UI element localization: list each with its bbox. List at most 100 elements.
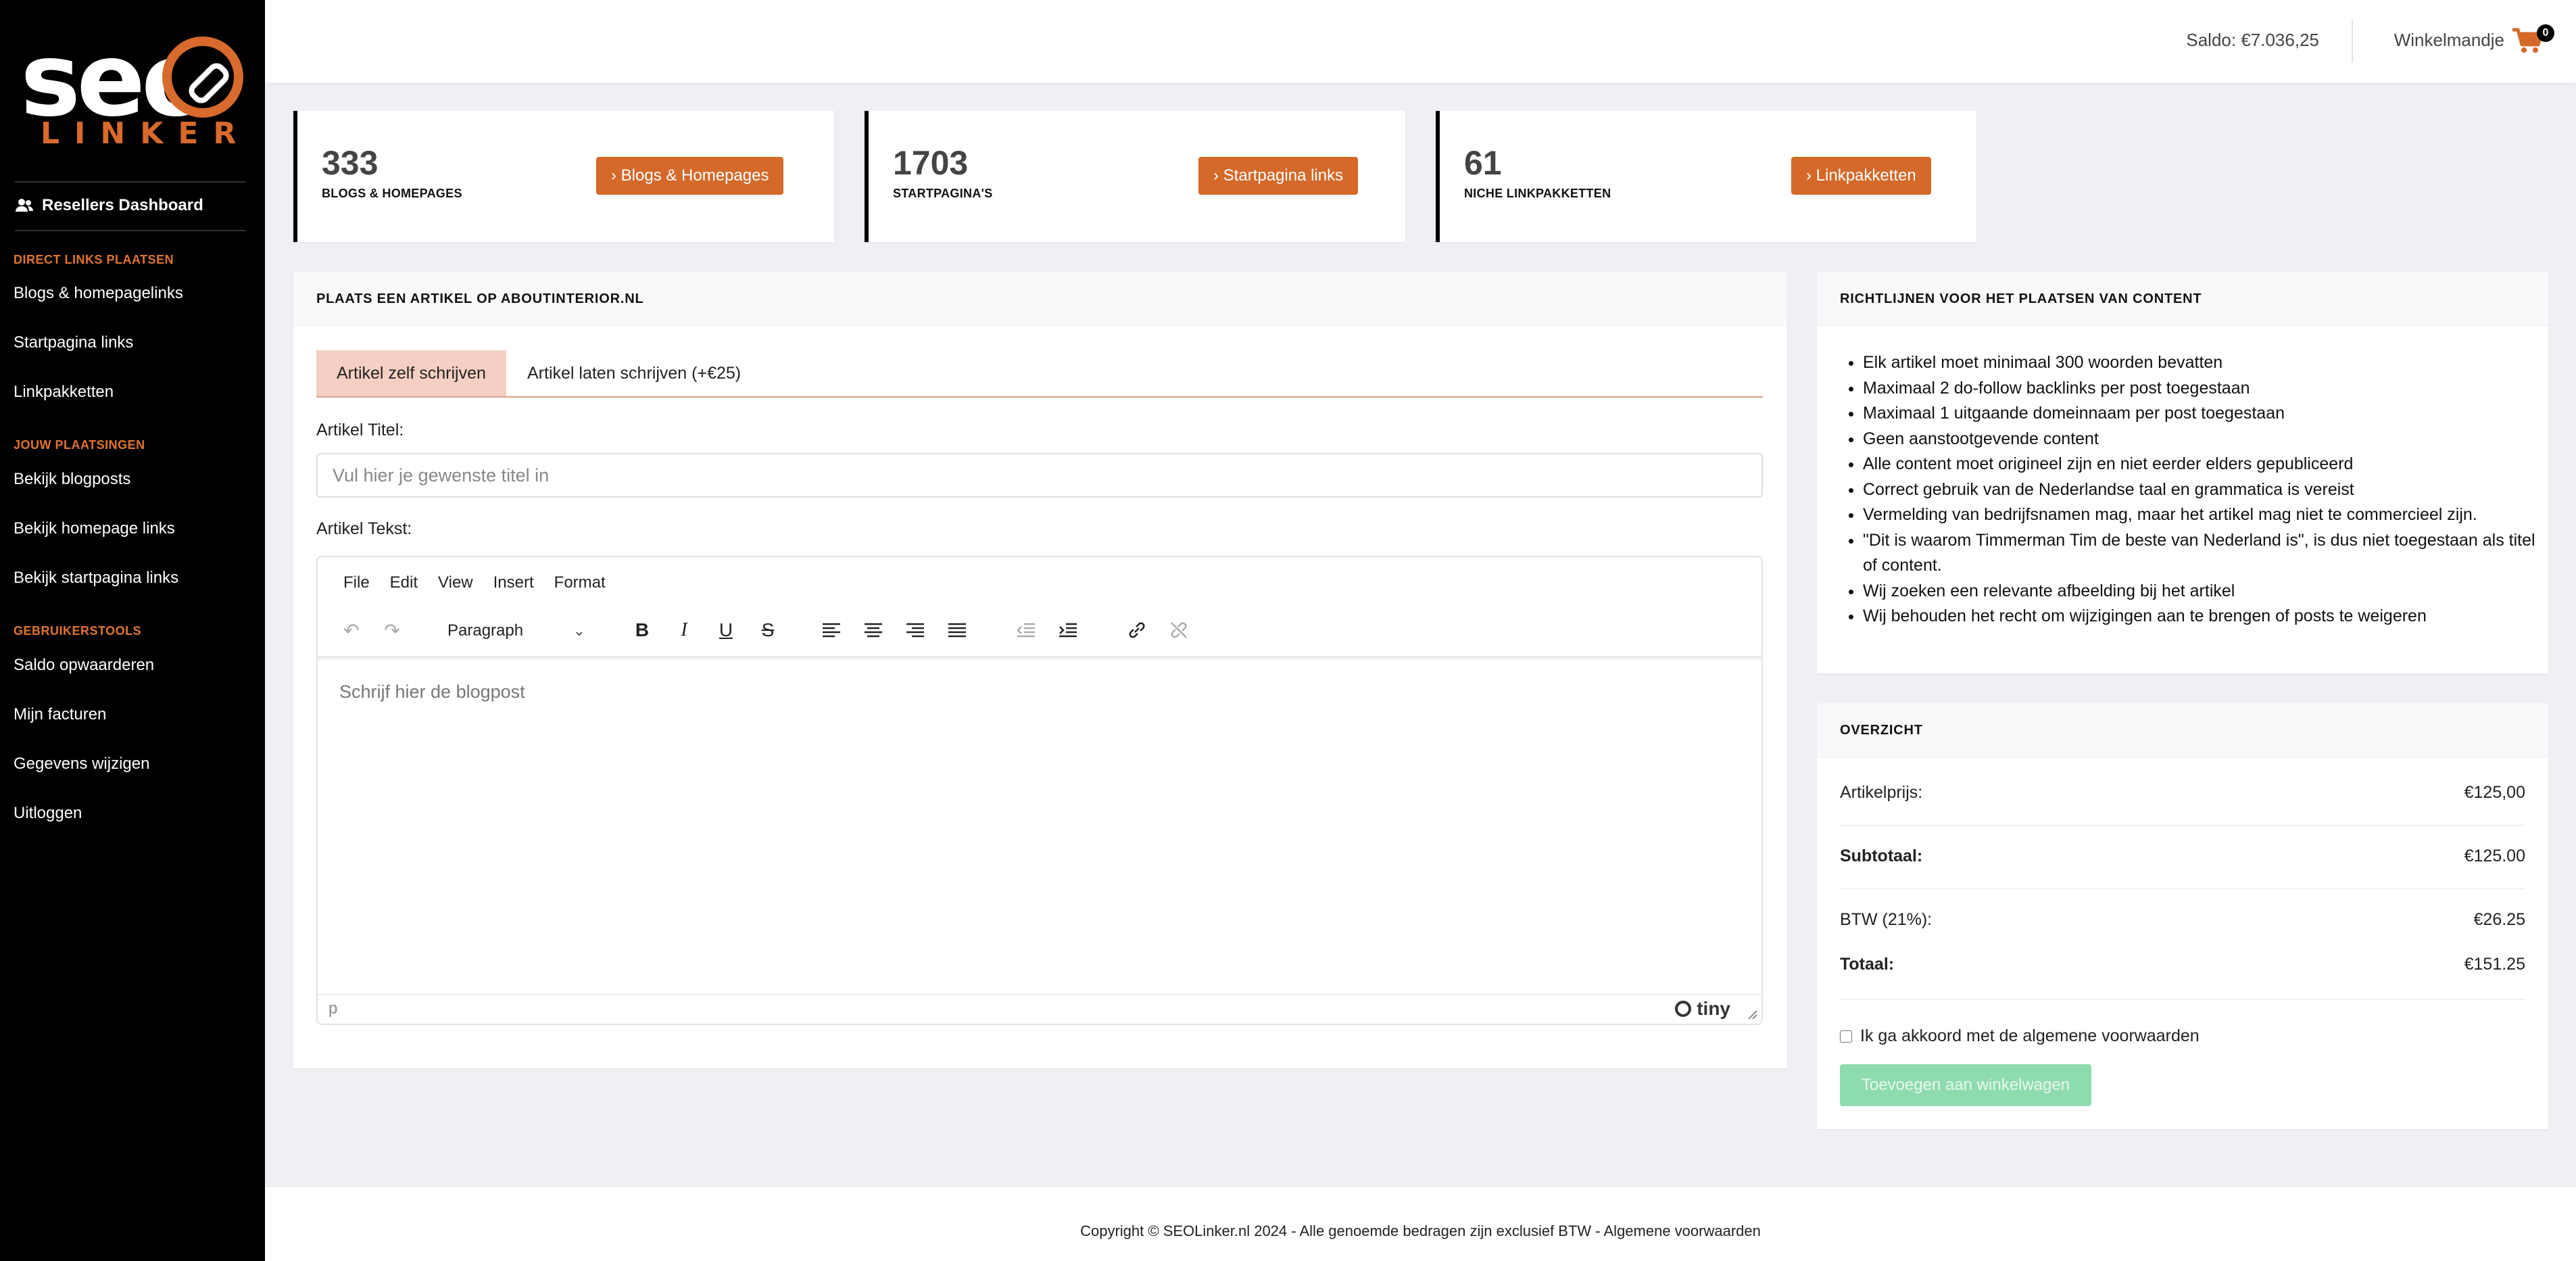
stat-number: 333 — [322, 144, 379, 182]
add-to-cart-button[interactable]: Toevoegen aan winkelwagen — [1840, 1064, 2091, 1106]
link-icon[interactable] — [1123, 617, 1150, 644]
stat-card-startpagina: 1703 STARTPAGINA'S › Startpagina links — [865, 111, 1405, 242]
footer-text: Copyright © SEOLinker.nl 2024 - Alle gen… — [1080, 1222, 1761, 1239]
tiny-logo-icon — [1675, 1001, 1692, 1017]
sidebar-item-bekijk-blogposts[interactable]: Bekijk blogposts — [14, 470, 130, 489]
divider — [1840, 888, 2525, 889]
chevron-right-icon: › — [611, 166, 616, 185]
toolbar-shadow — [318, 656, 1761, 661]
indent-icon[interactable] — [1054, 617, 1082, 644]
undo-icon[interactable]: ↶ — [338, 617, 365, 644]
top-bar: Saldo: €7.036,25 Winkelmandje 0 — [265, 0, 2576, 82]
menu-format[interactable]: Format — [554, 573, 606, 592]
article-price-value: €125,00 — [2464, 783, 2525, 802]
outdent-icon[interactable] — [1013, 617, 1040, 644]
vat-label: BTW (21%): — [1840, 910, 1933, 929]
align-right-icon[interactable] — [902, 617, 929, 644]
sidebar-item-blogs-homepagelinks[interactable]: Blogs & homepagelinks — [14, 284, 183, 303]
stat-card-linkpakketten: 61 NICHE LINKPAKKETTEN › Linkpakketten — [1436, 111, 1976, 242]
footer: Copyright © SEOLinker.nl 2024 - Alle gen… — [265, 1187, 2576, 1261]
sidebar-item-gegevens-wijzigen[interactable]: Gegevens wijzigen — [14, 755, 149, 774]
topbar-divider — [2352, 20, 2353, 62]
balance-text: Saldo: €7.036,25 — [2186, 30, 2319, 50]
startpagina-links-button[interactable]: › Startpagina links — [1198, 157, 1359, 195]
strikethrough-icon[interactable]: S — [754, 617, 781, 644]
tab-artikel-zelf-schrijven[interactable]: Artikel zelf schrijven — [316, 350, 506, 396]
editor-statusbar: p tiny — [318, 994, 1761, 1024]
menu-view[interactable]: View — [438, 573, 473, 592]
sidebar-item-saldo-opwaarderen[interactable]: Saldo opwaarderen — [14, 656, 154, 675]
chain-link-icon — [162, 37, 243, 118]
cart-count-badge: 0 — [2537, 24, 2554, 42]
seolinker-logo[interactable]: seo LINKER — [20, 30, 243, 151]
title-input[interactable] — [316, 453, 1763, 498]
sidebar-item-bekijk-homepage-links[interactable]: Bekijk homepage links — [14, 519, 175, 538]
tab-artikel-laten-schrijven[interactable]: Artikel laten schrijven (+€25) — [507, 350, 761, 396]
article-panel-heading: PLAATS EEN ARTIKEL OP ABOUTINTERIOR.NL — [293, 272, 1787, 326]
article-price-label: Artikelprijs: — [1840, 783, 1923, 802]
subtotal-label: Subtotaal: — [1840, 847, 1923, 865]
stat-button-label: Startpagina links — [1223, 166, 1344, 185]
sidebar-section-title: GEBRUIKERSTOOLS — [14, 624, 142, 638]
list-item: Elk artikel moet minimaal 300 woorden be… — [1863, 350, 2539, 376]
terms-label: Ik ga akkoord met de algemene voorwaarde… — [1860, 1026, 2200, 1045]
sidebar-item-startpagina-links[interactable]: Startpagina links — [14, 333, 133, 352]
italic-icon[interactable]: I — [671, 617, 698, 644]
chevron-right-icon: › — [1213, 166, 1219, 185]
guidelines-panel: RICHTLIJNEN VOOR HET PLAATSEN VAN CONTEN… — [1817, 272, 2548, 673]
list-item: Vermelding van bedrijfsnamen mag, maar h… — [1863, 502, 2539, 528]
divider — [1840, 825, 2525, 826]
editor-toolbar: ↶ ↷ Paragraph ⌄ B I U S — [318, 607, 1761, 653]
chevron-down-icon: ⌄ — [573, 622, 585, 639]
sidebar-item-mijn-facturen[interactable]: Mijn facturen — [14, 705, 106, 724]
resize-handle-icon[interactable] — [1748, 1010, 1757, 1020]
sidebar-item-linkpakketten[interactable]: Linkpakketten — [14, 383, 114, 402]
editor-placeholder: Schrijf hier de blogpost — [339, 682, 525, 702]
rich-text-editor[interactable]: File Edit View Insert Format ↶ ↷ Paragra… — [316, 556, 1763, 1025]
stat-label: BLOGS & HOMEPAGES — [322, 187, 462, 200]
vat-value: €26.25 — [2473, 910, 2525, 929]
guidelines-heading: RICHTLIJNEN VOOR HET PLAATSEN VAN CONTEN… — [1817, 272, 2548, 326]
redo-icon[interactable]: ↷ — [379, 617, 406, 644]
block-format-value: Paragraph — [447, 621, 524, 640]
article-price-row: Artikelprijs: €125,00 — [1840, 783, 2525, 803]
vat-row: BTW (21%): €26.25 — [1840, 910, 2525, 930]
list-item: Wij zoeken een relevante afbeelding bij … — [1863, 579, 2539, 604]
stat-button-label: Blogs & Homepages — [621, 166, 769, 185]
sidebar-item-resellers-dashboard[interactable]: Resellers Dashboard — [15, 196, 203, 215]
total-row: Totaal: €151.25 — [1840, 955, 2525, 974]
stat-number: 1703 — [893, 144, 969, 182]
stat-label: STARTPAGINA'S — [893, 187, 993, 200]
menu-file[interactable]: File — [343, 573, 370, 592]
menu-edit[interactable]: Edit — [390, 573, 418, 592]
block-format-select[interactable]: Paragraph ⌄ — [442, 617, 592, 645]
tiny-logo-text: tiny — [1697, 998, 1730, 1019]
list-item: Alle content moet origineel zijn en niet… — [1863, 452, 2539, 477]
underline-icon[interactable]: U — [712, 617, 739, 644]
element-path[interactable]: p — [329, 999, 337, 1018]
overview-panel: OVERZICHT Artikelprijs: €125,00 Subtotaa… — [1817, 703, 2548, 1129]
stat-card-blogs: 333 BLOGS & HOMEPAGES › Blogs & Homepage… — [293, 111, 834, 242]
sidebar-item-bekijk-startpagina-links[interactable]: Bekijk startpagina links — [14, 569, 178, 588]
align-left-icon[interactable] — [818, 617, 845, 644]
align-justify-icon[interactable] — [944, 617, 971, 644]
sidebar-section-title: JOUW PLAATSINGEN — [14, 438, 145, 452]
article-tabs: Artikel zelf schrijven Artikel laten sch… — [316, 350, 1763, 398]
total-label: Totaal: — [1840, 955, 1895, 974]
list-item: Maximaal 2 do-follow backlinks per post … — [1863, 376, 2539, 402]
cart-link[interactable]: Winkelmandje — [2394, 30, 2504, 51]
align-center-icon[interactable] — [860, 617, 887, 644]
terms-agreement[interactable]: Ik ga akkoord met de algemene voorwaarde… — [1840, 1026, 2200, 1046]
text-label: Artikel Tekst: — [316, 519, 412, 538]
terms-checkbox[interactable] — [1840, 1030, 1852, 1043]
stat-button-label: Linkpakketten — [1816, 166, 1916, 185]
list-item: Correct gebruik van de Nederlandse taal … — [1863, 477, 2539, 503]
bold-icon[interactable]: B — [629, 617, 656, 644]
total-value: €151.25 — [2464, 955, 2525, 974]
sidebar-item-uitloggen[interactable]: Uitloggen — [14, 804, 82, 823]
menu-insert[interactable]: Insert — [493, 573, 534, 592]
unlink-icon[interactable] — [1165, 617, 1192, 644]
linkpakketten-button[interactable]: › Linkpakketten — [1791, 157, 1931, 195]
tiny-logo[interactable]: tiny — [1675, 998, 1730, 1020]
blogs-homepages-button[interactable]: › Blogs & Homepages — [596, 157, 784, 195]
